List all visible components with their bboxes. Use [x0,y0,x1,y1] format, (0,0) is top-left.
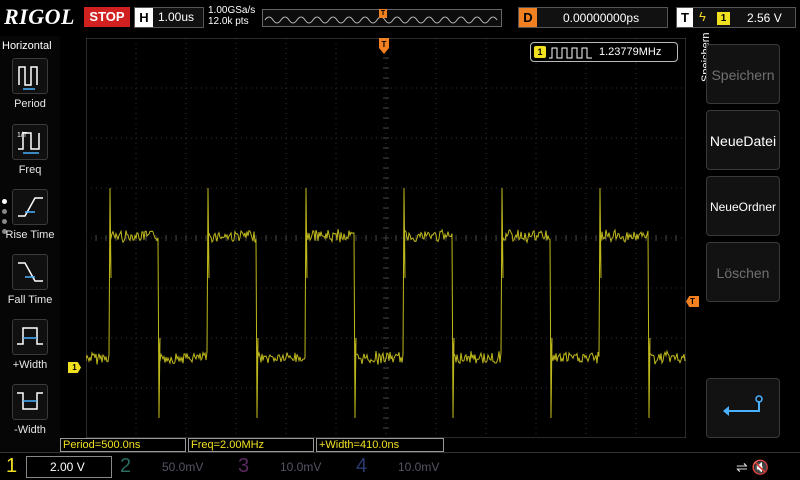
trigger-box[interactable]: T ϟ 1 2.56 V [676,7,796,28]
new-file-button[interactable]: NeueDatei [706,110,780,170]
run-stop-indicator[interactable]: STOP [84,7,130,27]
delay-tag: D [519,8,537,27]
measure-menu: Horizontal Period 1/T Freq Rise Time Fal… [0,36,60,452]
trigger-tag: T [677,8,693,27]
freq-icon: 1/T [12,124,48,160]
timebase-value: 1.00us [158,10,195,24]
measurement-pos-width[interactable]: +Width=410.0ns [316,438,444,452]
memory-overview-bar: T [262,9,502,27]
menu-title: Horizontal [2,40,52,52]
delay-box[interactable]: D 0.00000000ps [518,7,668,28]
return-icon [723,395,763,416]
acquisition-info: 1.00GSa/s 12.0k pts [208,5,255,27]
new-folder-button[interactable]: NeueOrdner [706,176,780,236]
channel-bar: 1 2.00 V 2 50.0mV 3 10.0mV 4 10.0mV ⇌ 🔇 [0,452,800,480]
trigger-edge-icon: ϟ [699,9,706,24]
usb-icon: ⇌ [736,459,748,475]
measure-pos-width[interactable]: +Width [0,319,60,381]
channel3-scale[interactable]: 3 10.0mV [234,455,350,479]
fall-time-icon [12,254,48,290]
measure-freq[interactable]: 1/T Freq [0,124,60,186]
mute-speaker-icon[interactable]: 🔇 [752,459,769,475]
svg-text:T: T [382,40,387,49]
period-icon [12,58,48,94]
channel4-scale[interactable]: 4 10.0mV [352,455,468,479]
horizontal-tag: H [135,8,153,27]
channel2-scale[interactable]: 2 50.0mV [116,455,232,479]
measure-fall-time[interactable]: Fall Time [0,254,60,316]
status-icons: ⇌ 🔇 [736,459,769,476]
rise-time-label: Rise Time [5,229,55,241]
rise-time-icon [12,189,48,225]
horizontal-timebase[interactable]: H 1.00us [134,7,204,28]
delete-button[interactable]: Löschen [706,242,780,302]
frequency-counter: 1 1.23779MHz [530,42,678,62]
fall-time-label: Fall Time [7,294,53,306]
measurement-period[interactable]: Period=500.0ns [60,438,186,452]
save-menu: Speichern Speichern NeueDatei NeueOrdner… [686,32,800,452]
channel1-offset-marker[interactable]: 1 [68,362,81,373]
square-wave-icon [549,47,592,59]
trigger-level: 2.56 V [747,11,782,25]
counter-channel: 1 [534,46,546,58]
measure-neg-width[interactable]: -Width [0,384,60,446]
pos-width-label: +Width [12,359,48,371]
trigger-source: 1 [717,12,730,25]
save-menu-title-tab: Speichern [686,32,712,152]
top-status-bar: RIGOL STOP H 1.00us 1.00GSa/s 12.0k pts … [0,0,800,36]
waveform-display[interactable] [86,38,686,438]
memory-depth: 12.0k pts [208,16,249,27]
save-button[interactable]: Speichern [706,44,780,104]
brand-logo: RIGOL [4,4,75,29]
counter-frequency: 1.23779MHz [599,46,662,58]
pos-width-icon [12,319,48,355]
sample-rate: 1.00GSa/s [208,5,256,16]
neg-width-icon [12,384,48,420]
trigger-position-indicator: T [379,9,387,18]
measure-rise-time[interactable]: Rise Time [0,189,60,251]
channel1-scale[interactable]: 1 2.00 V [0,455,120,479]
channel1-trace [86,187,686,419]
measurement-freq[interactable]: Freq=2.00MHz [188,438,314,452]
freq-label: Freq [18,164,42,176]
neg-width-label: -Width [14,424,46,436]
delay-value: 0.00000000ps [563,11,640,25]
return-button[interactable] [706,378,780,438]
svg-text:1/T: 1/T [17,132,28,139]
measure-period[interactable]: Period [0,58,60,120]
period-label: Period [14,98,46,110]
trigger-position-marker[interactable]: T [379,38,389,54]
